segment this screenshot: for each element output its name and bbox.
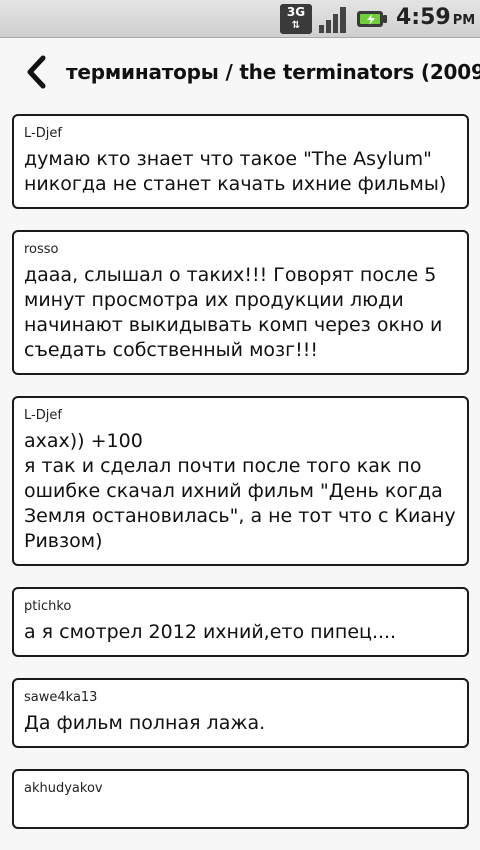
comment-text: Да фильм полная лажа. <box>24 712 266 734</box>
comment-author: akhudyakov <box>24 781 103 796</box>
comment-author: L-Djef <box>24 408 62 423</box>
comment-text: ахах)) +100 я так и сделал почти после т… <box>24 430 456 552</box>
comment-list: L-Djef думаю кто знает что такое "The As… <box>12 114 469 850</box>
comment-author: ptichko <box>24 599 72 614</box>
status-bar: 3G ⇅ 4:59 PM <box>0 0 480 38</box>
signal-strength-icon <box>319 7 346 33</box>
comment-card[interactable]: rosso дааа, слышал о таких!!! Говорят по… <box>12 230 469 375</box>
comment-author: rosso <box>24 242 59 257</box>
comment-card[interactable]: L-Djef думаю кто знает что такое "The As… <box>12 114 469 209</box>
network-type-label: 3G <box>286 5 306 19</box>
clock-ampm: PM <box>452 13 476 28</box>
comment-text: дааа, слышал о таких!!! Говорят после 5 … <box>24 264 443 361</box>
comment-text: а я смотрел 2012 ихний,ето пипец.... <box>24 621 397 643</box>
comment-card[interactable]: akhudyakov <box>12 769 469 829</box>
comment-card[interactable]: L-Djef ахах)) +100 я так и сделал почти … <box>12 396 469 566</box>
page-title: терминаторы / the terminators (2009) <box>66 60 480 84</box>
comment-author: sawe4ka13 <box>24 690 98 705</box>
battery-charging-icon <box>357 11 387 27</box>
comment-text: думаю кто знает что такое "The Asylum" н… <box>24 148 447 195</box>
chevron-left-icon <box>27 55 46 89</box>
network-3g-icon: 3G ⇅ <box>280 4 312 34</box>
comment-card[interactable]: sawe4ka13 Да фильм полная лажа. <box>12 678 469 748</box>
clock-time: 4:59 <box>396 5 451 30</box>
back-button[interactable] <box>18 52 54 92</box>
comment-card[interactable]: ptichko а я смотрел 2012 ихний,ето пипец… <box>12 587 469 657</box>
clock: 4:59 PM <box>396 5 475 30</box>
comment-author: L-Djef <box>24 126 62 141</box>
header: терминаторы / the terminators (2009) <box>0 38 480 110</box>
